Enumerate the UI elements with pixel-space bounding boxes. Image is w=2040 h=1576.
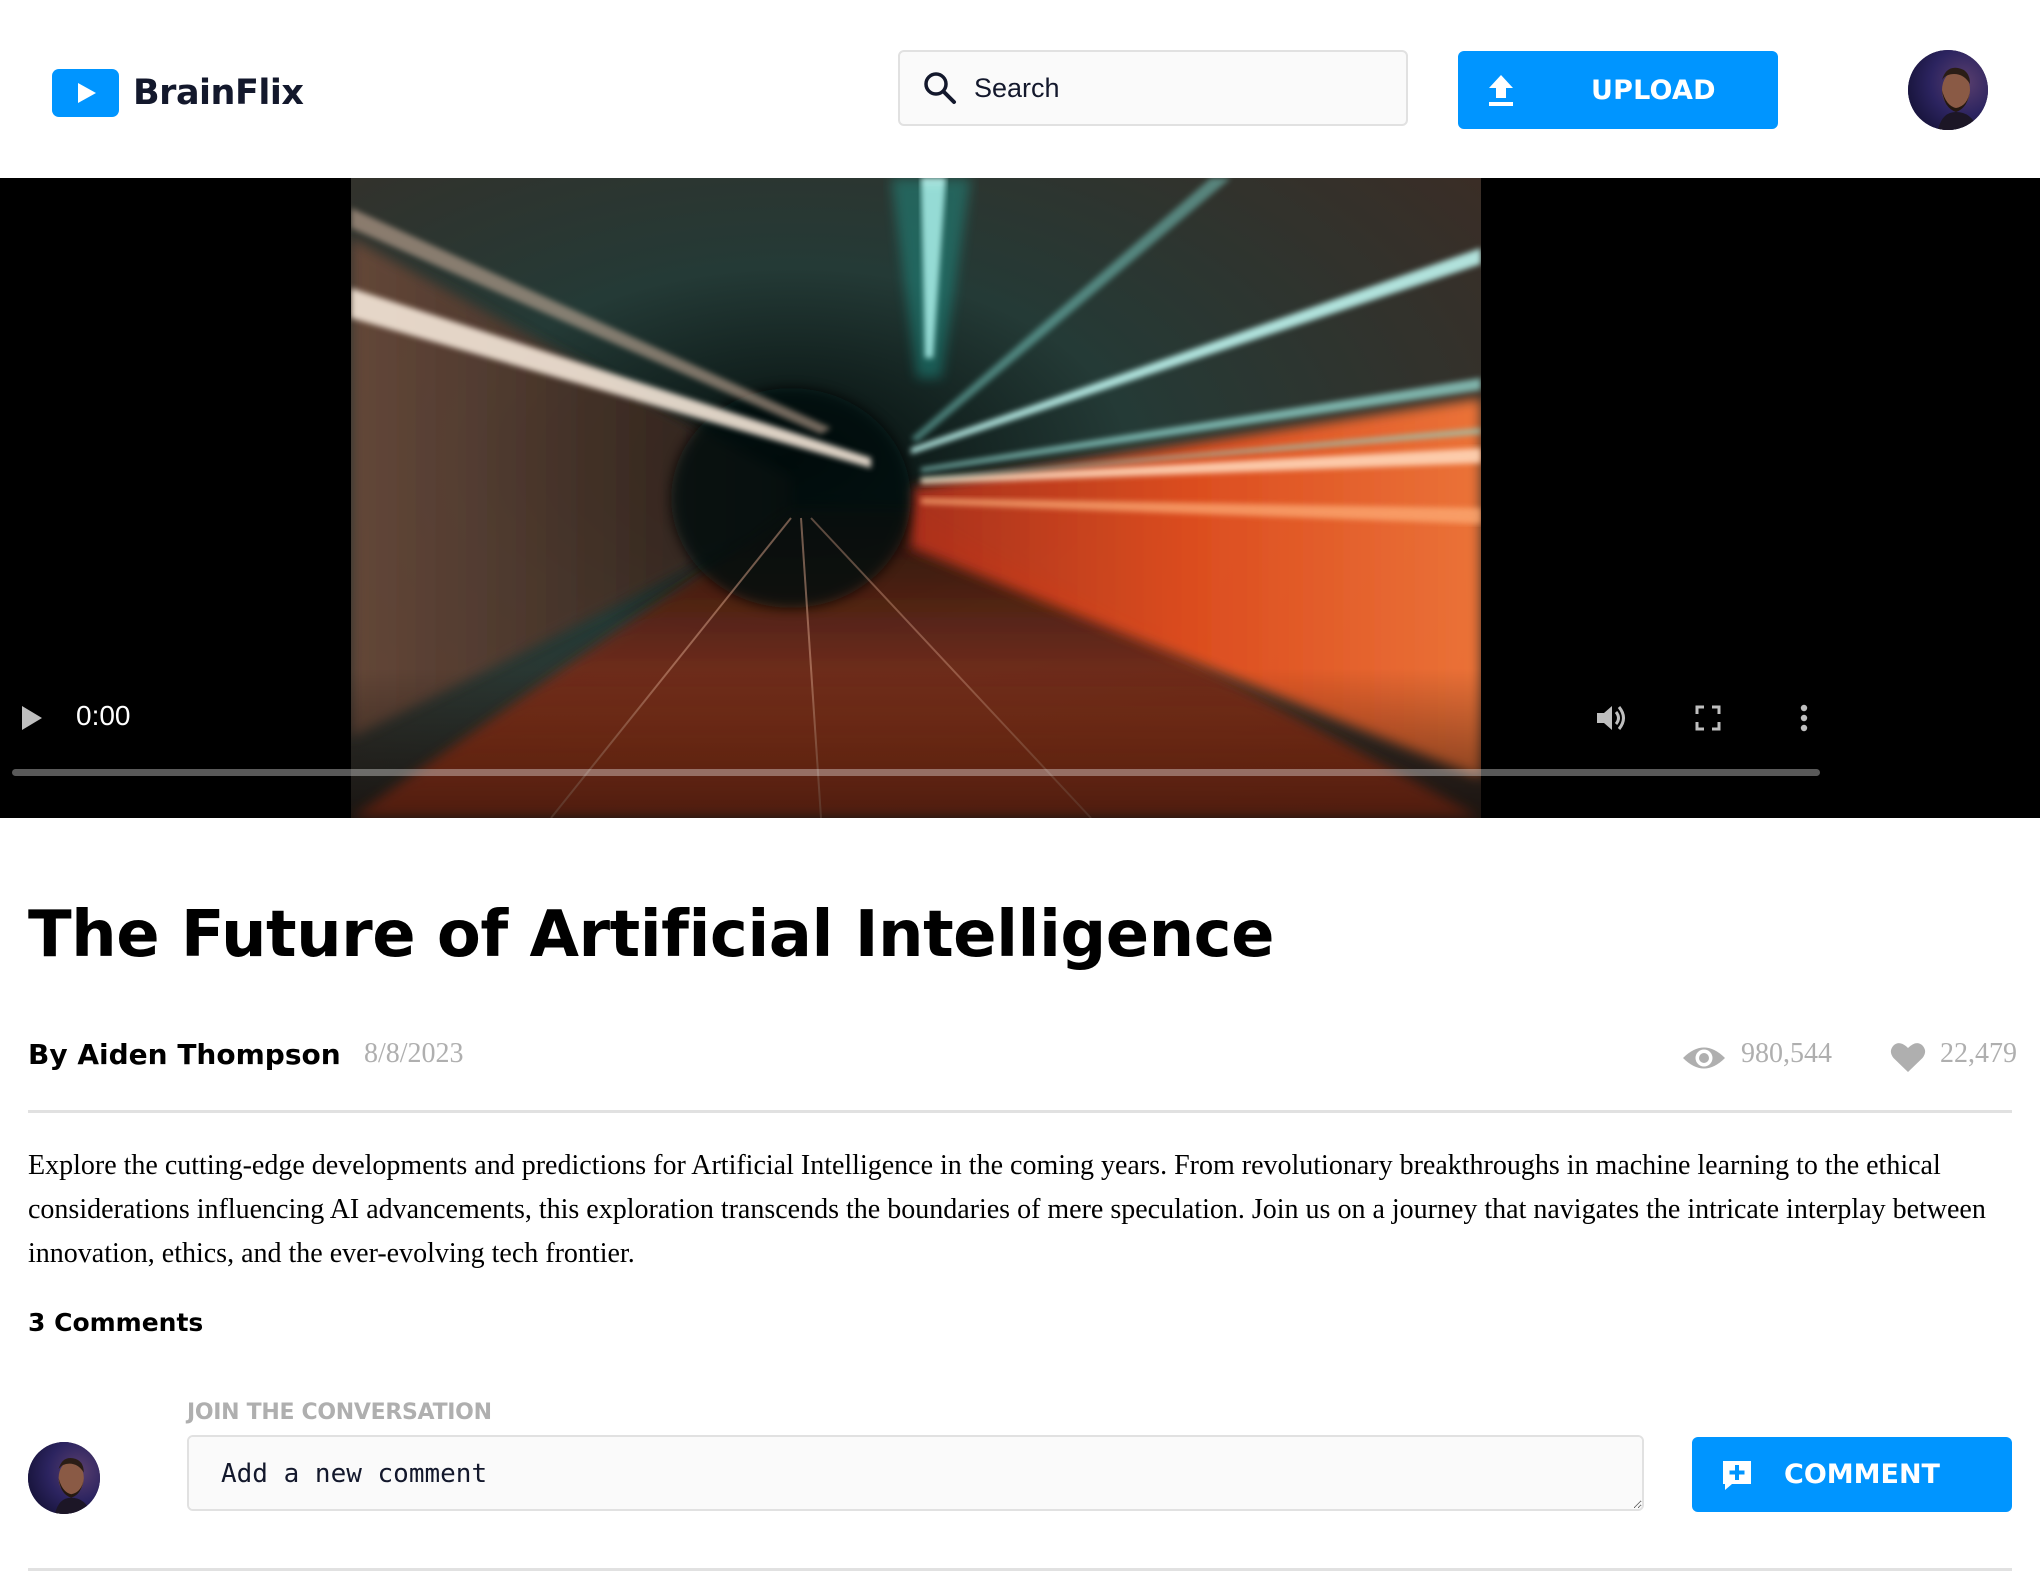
publish-date: 8/8/2023 — [364, 1038, 464, 1069]
commenter-avatar — [28, 1442, 100, 1514]
comment-input[interactable] — [187, 1435, 1644, 1511]
video-thumbnail — [351, 178, 1481, 818]
current-time: 0:00 — [76, 700, 131, 731]
video-player[interactable]: 0:00 — [0, 178, 2040, 818]
logo-text: BrainFlix — [133, 73, 304, 113]
fullscreen-icon[interactable] — [1688, 698, 1728, 738]
add-comment-icon — [1720, 1458, 1754, 1492]
divider — [28, 1110, 2012, 1113]
divider — [28, 1568, 2012, 1571]
like-count: 22,479 — [1940, 1038, 2017, 1069]
search-bar[interactable] — [898, 50, 1408, 126]
play-icon — [52, 69, 119, 117]
eye-icon — [1681, 1040, 1727, 1076]
more-options-icon[interactable] — [1784, 698, 1824, 738]
user-avatar[interactable] — [1908, 50, 1988, 130]
search-icon — [920, 68, 960, 108]
comment-form-label: JOIN THE CONVERSATION — [187, 1400, 492, 1425]
author: By Aiden Thompson — [28, 1038, 341, 1071]
search-input[interactable] — [974, 58, 1374, 118]
video-meta: By Aiden Thompson 8/8/2023 980,544 22,47… — [28, 1036, 2017, 1080]
view-count: 980,544 — [1741, 1038, 1832, 1069]
site-header: BrainFlix UPLOAD — [0, 0, 2040, 178]
brainflix-logo[interactable]: BrainFlix — [52, 68, 304, 118]
comment-button[interactable]: COMMENT — [1692, 1437, 2012, 1512]
video-description: Explore the cutting-edge developments an… — [28, 1150, 1986, 1269]
heart-icon[interactable] — [1888, 1039, 1928, 1075]
comments-count: 3 Comments — [28, 1308, 204, 1337]
comment-button-label: COMMENT — [1784, 1459, 1940, 1490]
upload-button-label: UPLOAD — [1591, 74, 1716, 106]
play-icon[interactable] — [12, 698, 52, 738]
upload-icon — [1484, 70, 1518, 110]
video-title: The Future of Artificial Intelligence — [28, 898, 1275, 972]
progress-bar[interactable] — [12, 769, 1820, 776]
volume-icon[interactable] — [1592, 698, 1632, 738]
upload-button[interactable]: UPLOAD — [1458, 51, 1778, 129]
